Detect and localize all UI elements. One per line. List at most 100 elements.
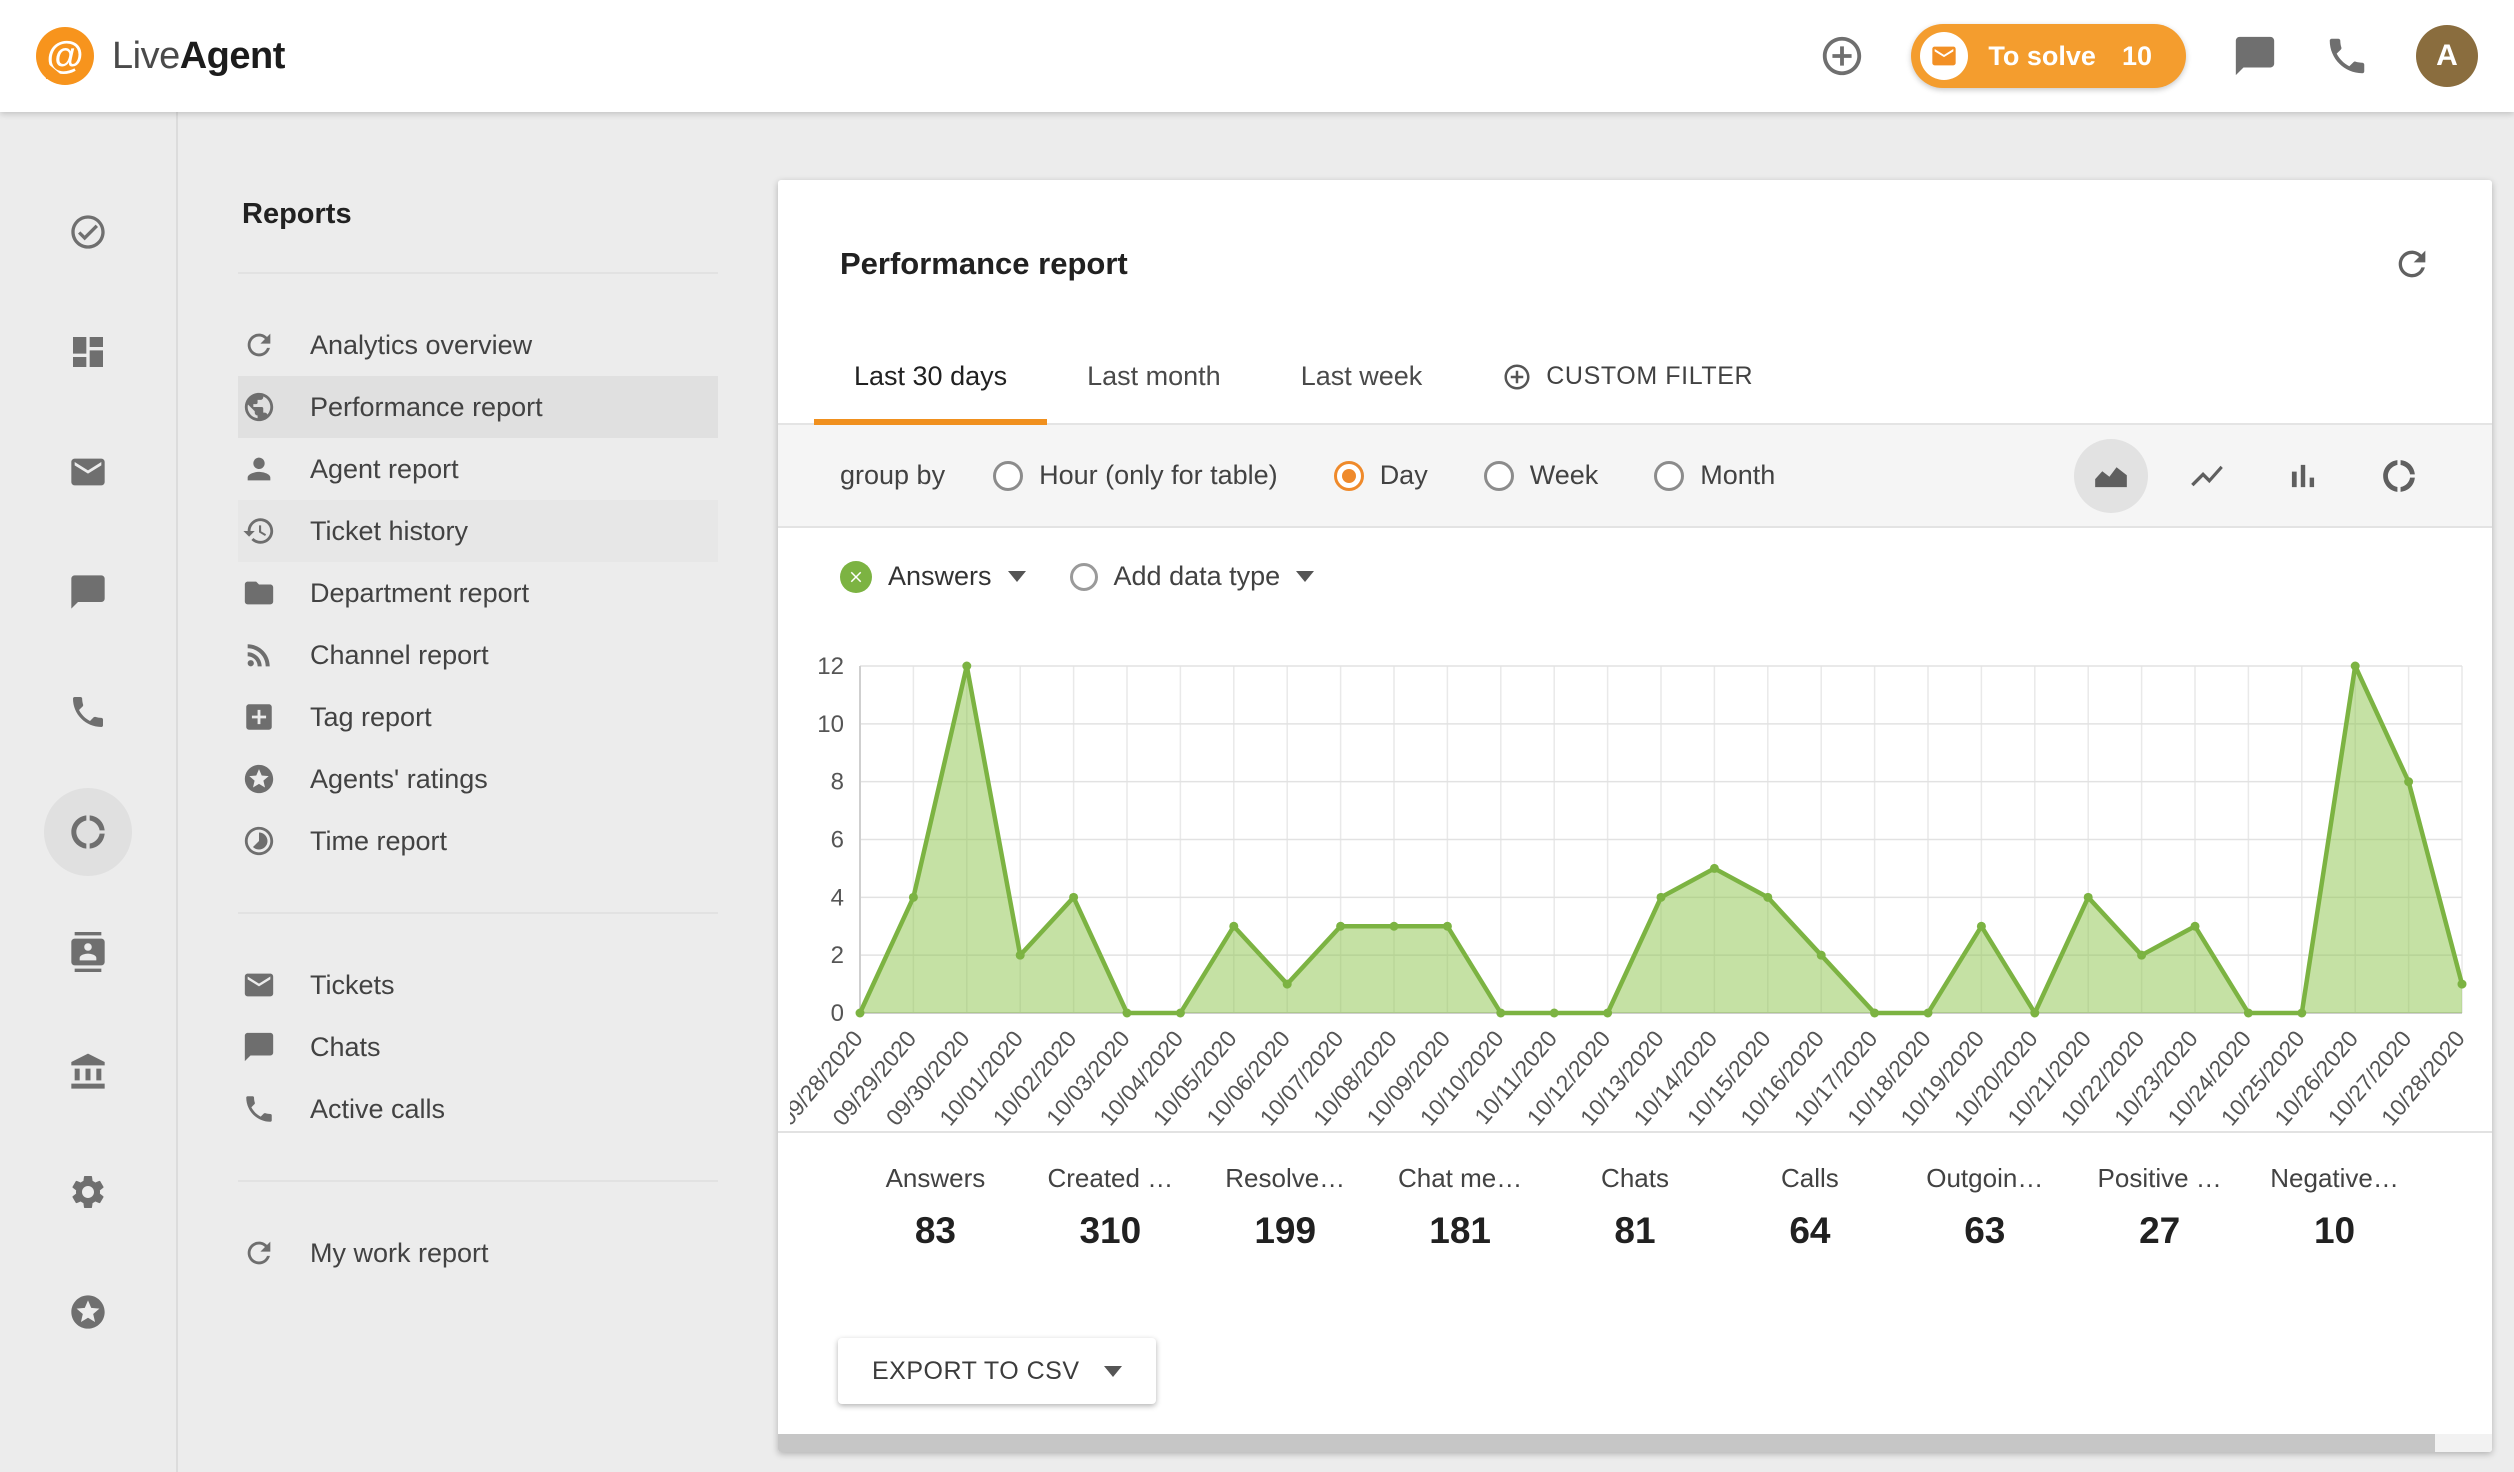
- bar-chart-icon[interactable]: [2266, 439, 2340, 513]
- rail-item-gear[interactable]: [44, 1148, 132, 1236]
- card-header: Performance report: [778, 180, 2492, 330]
- groupby-option-label: Hour (only for table): [1039, 460, 1278, 491]
- phone-icon: [68, 692, 108, 732]
- rail-item-donut[interactable]: [44, 788, 132, 876]
- tab-label: Last 30 days: [854, 361, 1007, 392]
- groupby-option-label: Day: [1380, 460, 1428, 491]
- history-icon: [242, 514, 276, 548]
- rail-item-contacts[interactable]: [44, 908, 132, 996]
- svg-text:8: 8: [831, 769, 844, 796]
- horizontal-scrollbar[interactable]: [778, 1434, 2492, 1452]
- add-circle-icon[interactable]: [1819, 33, 1865, 79]
- check-circle-icon: [68, 212, 108, 252]
- sidebar-item-agent-report[interactable]: Agent report: [238, 438, 718, 500]
- area-chart-icon: [2092, 457, 2130, 495]
- tab-last-30-days[interactable]: Last 30 days: [814, 330, 1047, 423]
- rss-icon: [242, 638, 276, 672]
- dashboard-icon: [68, 332, 108, 372]
- sidebar-item-performance-report[interactable]: Performance report: [238, 376, 718, 438]
- sidebar-item-analytics-overview[interactable]: Analytics overview: [238, 314, 718, 376]
- sidebar-item-my-work-report[interactable]: My work report: [238, 1222, 718, 1284]
- groupby-option-day[interactable]: Day: [1334, 460, 1428, 491]
- brand-agent: Agent: [180, 35, 285, 77]
- sidebar-item-active-calls[interactable]: Active calls: [238, 1078, 718, 1140]
- rail-item-bank[interactable]: [44, 1028, 132, 1116]
- rail-item-phone[interactable]: [44, 668, 132, 756]
- refresh-icon[interactable]: [2392, 244, 2432, 284]
- mail-icon: [68, 452, 108, 492]
- chat-icon[interactable]: [2232, 33, 2278, 79]
- area-chart: 02468101209/28/202009/29/202009/30/20201…: [790, 631, 2470, 1131]
- remove-series-button[interactable]: [840, 561, 872, 593]
- donut-icon: [68, 812, 108, 852]
- tab-last-month[interactable]: Last month: [1047, 330, 1261, 423]
- sidebar-item-tickets[interactable]: Tickets: [238, 954, 718, 1016]
- stat-label: Negative…: [2247, 1163, 2422, 1194]
- sidebar: Reports Analytics overviewPerformance re…: [178, 112, 778, 1472]
- groupby-option-label: Week: [1530, 460, 1599, 491]
- stat-value: 27: [2072, 1210, 2247, 1252]
- export-csv-button[interactable]: EXPORT TO CSV: [838, 1338, 1156, 1404]
- scrollbar-thumb[interactable]: [778, 1434, 2435, 1452]
- sidebar-divider: [238, 912, 718, 914]
- svg-text:6: 6: [831, 827, 844, 854]
- rail-item-check-circle[interactable]: [44, 188, 132, 276]
- groupby-option-month[interactable]: Month: [1654, 460, 1775, 491]
- rail-item-chat[interactable]: [44, 548, 132, 636]
- export-csv-label: EXPORT TO CSV: [872, 1357, 1080, 1386]
- phone-icon: [242, 1092, 276, 1126]
- to-solve-count: 10: [2122, 41, 2152, 72]
- donut-icon: [2380, 457, 2418, 495]
- sidebar-item-label: Time report: [310, 826, 447, 857]
- mail-icon: [1930, 42, 1958, 70]
- line-chart-icon: [2188, 457, 2226, 495]
- to-solve-button[interactable]: To solve 10: [1911, 24, 2186, 88]
- chevron-down-icon: [1104, 1366, 1122, 1377]
- answers-series-chip[interactable]: Answers: [840, 561, 1026, 593]
- sidebar-item-ticket-history[interactable]: Ticket history: [238, 500, 718, 562]
- tab-last-week[interactable]: Last week: [1261, 330, 1463, 423]
- gear-icon: [68, 1172, 108, 1212]
- sidebar-item-tag-report[interactable]: Tag report: [238, 686, 718, 748]
- rail-item-stars[interactable]: [44, 1268, 132, 1356]
- refresh-icon: [242, 1236, 276, 1270]
- sidebar-item-label: Analytics overview: [310, 330, 532, 361]
- sidebar-item-label: Ticket history: [310, 516, 468, 547]
- sidebar-item-label: Agents' ratings: [310, 764, 488, 795]
- bar-chart-icon: [2284, 457, 2322, 495]
- stat-created: Created …310: [1023, 1163, 1198, 1252]
- groupby-option-hour-only-for-table[interactable]: Hour (only for table): [993, 460, 1278, 491]
- sidebar-item-chats[interactable]: Chats: [238, 1016, 718, 1078]
- stat-chats: Chats81: [1548, 1163, 1723, 1252]
- liveagent-logo[interactable]: @ LiveAgent: [36, 27, 285, 85]
- phone-icon[interactable]: [2324, 33, 2370, 79]
- page-title: Performance report: [840, 244, 1128, 284]
- donut-icon[interactable]: [2362, 439, 2436, 513]
- line-chart-icon[interactable]: [2170, 439, 2244, 513]
- brand-live: Live: [112, 35, 180, 77]
- stat-resolve: Resolve…199: [1198, 1163, 1373, 1252]
- rail-item-mail[interactable]: [44, 428, 132, 516]
- sidebar-item-time-report[interactable]: Time report: [238, 810, 718, 872]
- stat-outgoin: Outgoin…63: [1897, 1163, 2072, 1252]
- answers-chart: 02468101209/28/202009/29/202009/30/20201…: [778, 625, 2492, 1131]
- sidebar-item-label: Performance report: [310, 392, 543, 423]
- sidebar-item-department-report[interactable]: Department report: [238, 562, 718, 624]
- avatar[interactable]: A: [2416, 25, 2478, 87]
- radio-day: [1334, 461, 1364, 491]
- sidebar-divider: [238, 272, 718, 274]
- tab-label: Last week: [1301, 361, 1423, 392]
- chat-icon: [242, 1030, 276, 1064]
- area-chart-icon[interactable]: [2074, 439, 2148, 513]
- sidebar-item-agents-ratings[interactable]: Agents' ratings: [238, 748, 718, 810]
- stat-label: Resolve…: [1198, 1163, 1373, 1194]
- rail-item-dashboard[interactable]: [44, 308, 132, 396]
- sidebar-item-channel-report[interactable]: Channel report: [238, 624, 718, 686]
- stars-icon: [68, 1292, 108, 1332]
- liveagent-logo-icon: @: [36, 27, 94, 85]
- person-icon: [242, 452, 276, 486]
- tab-custom-filter[interactable]: CUSTOM FILTER: [1462, 330, 1793, 423]
- groupby-option-week[interactable]: Week: [1484, 460, 1599, 491]
- add-data-type-control[interactable]: Add data type: [1070, 561, 1315, 592]
- tab-label: CUSTOM FILTER: [1546, 362, 1753, 391]
